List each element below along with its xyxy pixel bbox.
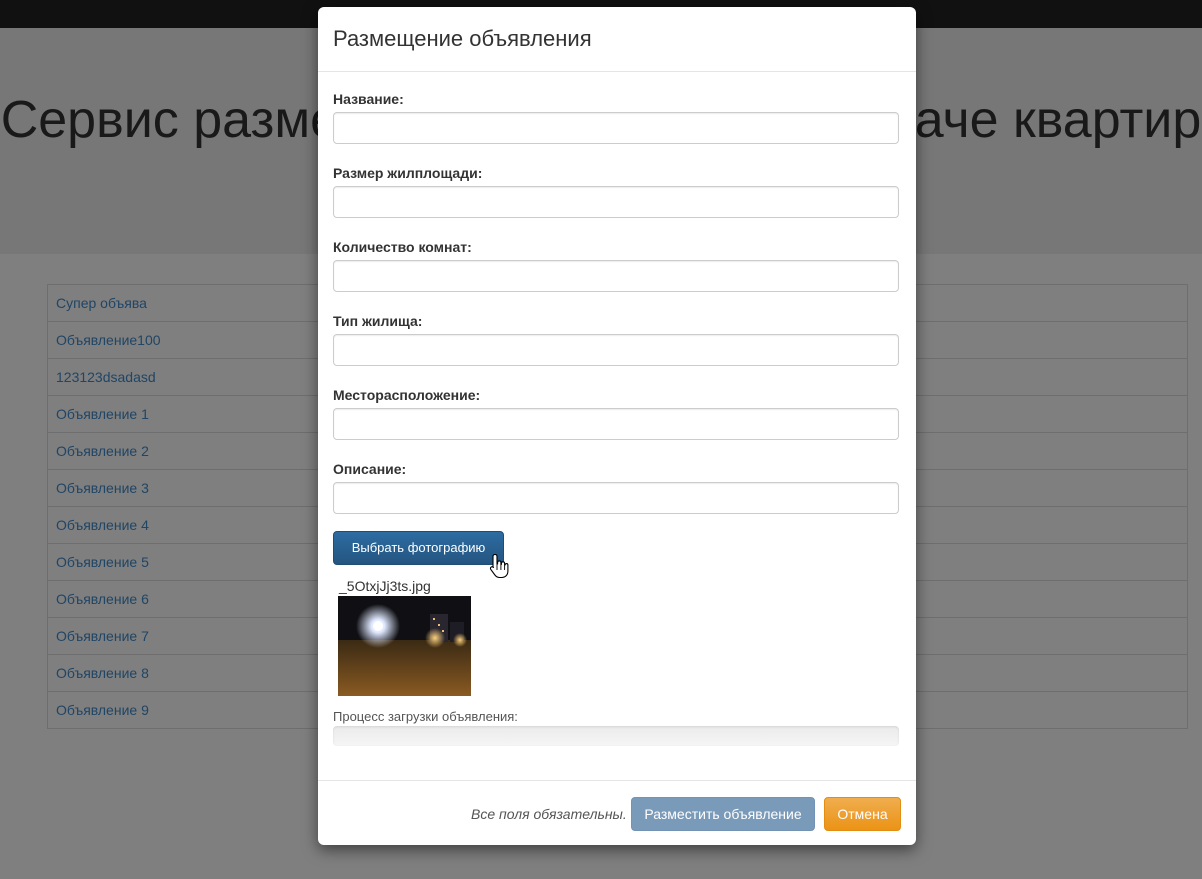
upload-progress-bar <box>333 726 899 746</box>
cancel-button[interactable]: Отмена <box>824 797 901 831</box>
housing-type-input[interactable] <box>333 334 899 366</box>
hand-pointer-icon <box>489 553 509 579</box>
photo-filename: _5OtxjJj3ts.jpg <box>339 578 431 594</box>
required-fields-note: Все поля обязательны. <box>471 806 627 822</box>
housing-type-label: Тип жилища: <box>333 313 423 329</box>
post-ad-modal: Размещение объявления Название: Размер ж… <box>318 7 916 845</box>
submit-ad-button[interactable]: Разместить объявление <box>631 797 815 831</box>
choose-photo-button[interactable]: Выбрать фотографию <box>333 531 504 565</box>
modal-footer: Все поля обязательны. Разместить объявле… <box>318 780 916 846</box>
description-label: Описание: <box>333 461 407 477</box>
modal-header: Размещение объявления <box>318 7 916 72</box>
location-input[interactable] <box>333 408 899 440</box>
rooms-label: Количество комнат: <box>333 239 472 255</box>
photo-preview <box>338 596 471 696</box>
area-input[interactable] <box>333 186 899 218</box>
description-input[interactable] <box>333 482 899 514</box>
location-label: Месторасположение: <box>333 387 481 403</box>
title-label: Название: <box>333 91 404 107</box>
area-label: Размер жилплощади: <box>333 165 483 181</box>
modal-title: Размещение объявления <box>333 26 592 51</box>
upload-progress-label: Процесс загрузки объявления: <box>333 709 518 724</box>
rooms-input[interactable] <box>333 260 899 292</box>
title-input[interactable] <box>333 112 899 144</box>
